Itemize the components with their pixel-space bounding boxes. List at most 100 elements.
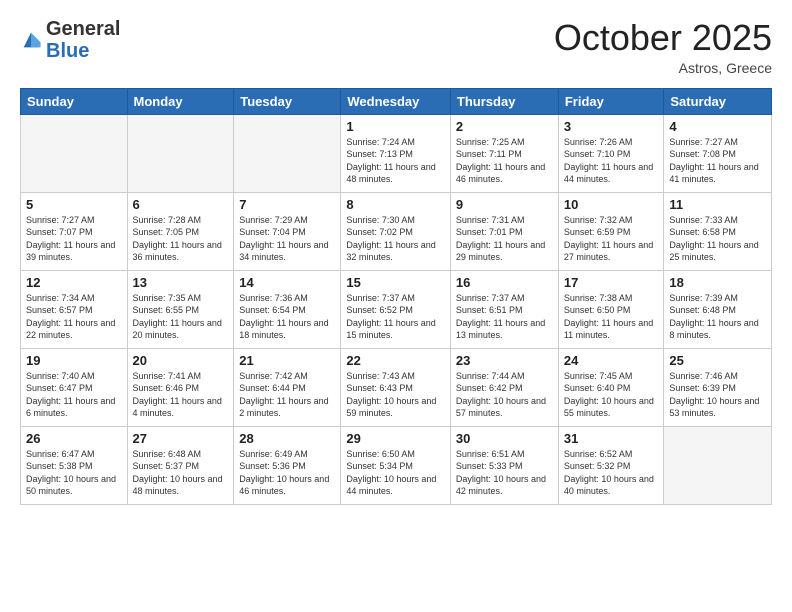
day-info: Sunrise: 7:31 AM Sunset: 7:01 PM Dayligh… <box>456 214 553 264</box>
day-info: Sunrise: 7:40 AM Sunset: 6:47 PM Dayligh… <box>26 370 122 420</box>
day-number: 6 <box>133 197 229 212</box>
day-cell: 20 Sunrise: 7:41 AM Sunset: 6:46 PM Dayli… <box>127 348 234 426</box>
day-info: Sunrise: 7:35 AM Sunset: 6:55 PM Dayligh… <box>133 292 229 342</box>
day-cell: 11Sunrise: 7:33 AM Sunset: 6:58 PM Dayli… <box>664 192 772 270</box>
day-cell <box>664 426 772 504</box>
day-info: Sunrise: 7:37 AM Sunset: 6:52 PM Dayligh… <box>346 292 445 342</box>
day-number: 18 <box>669 275 766 290</box>
day-info: Sunrise: 7:25 AM Sunset: 7:11 PM Dayligh… <box>456 136 553 186</box>
day-cell: 27 Sunrise: 6:48 AM Sunset: 5:37 PM Dayli… <box>127 426 234 504</box>
week-row-3: 12Sunrise: 7:34 AM Sunset: 6:57 PM Dayli… <box>21 270 772 348</box>
day-cell: 2Sunrise: 7:25 AM Sunset: 7:11 PM Daylig… <box>450 114 558 192</box>
day-info: Sunrise: 7:44 AM Sunset: 6:42 PM Dayligh… <box>456 370 553 420</box>
day-number: 13 <box>133 275 229 290</box>
day-number: 3 <box>564 119 659 134</box>
header-friday: Friday <box>558 88 664 114</box>
day-cell: 29 Sunrise: 6:50 AM Sunset: 5:34 PM Dayli… <box>341 426 451 504</box>
day-cell: 25 Sunrise: 7:46 AM Sunset: 6:39 PM Dayli… <box>664 348 772 426</box>
day-cell: 1 Sunrise: 7:24 AM Sunset: 7:13 PM Daylig… <box>341 114 451 192</box>
day-number: 10 <box>564 197 659 212</box>
day-number: 1 <box>346 119 445 134</box>
day-cell: 9 Sunrise: 7:31 AM Sunset: 7:01 PM Daylig… <box>450 192 558 270</box>
day-info: Sunrise: 7:27 AM Sunset: 7:07 PM Dayligh… <box>26 214 122 264</box>
day-number: 28 <box>239 431 335 446</box>
page: General Blue October 2025 Astros, Greece… <box>0 0 792 612</box>
month-title: October 2025 <box>554 18 772 58</box>
day-number: 5 <box>26 197 122 212</box>
day-info: Sunrise: 7:33 AM Sunset: 6:58 PM Dayligh… <box>669 214 766 264</box>
day-cell <box>234 114 341 192</box>
header-thursday: Thursday <box>450 88 558 114</box>
day-cell: 16 Sunrise: 7:37 AM Sunset: 6:51 PM Dayli… <box>450 270 558 348</box>
day-cell: 8Sunrise: 7:30 AM Sunset: 7:02 PM Daylig… <box>341 192 451 270</box>
day-info: Sunrise: 7:29 AM Sunset: 7:04 PM Dayligh… <box>239 214 335 264</box>
day-number: 4 <box>669 119 766 134</box>
day-number: 22 <box>346 353 445 368</box>
day-info: Sunrise: 7:43 AM Sunset: 6:43 PM Dayligh… <box>346 370 445 420</box>
day-number: 27 <box>133 431 229 446</box>
day-number: 20 <box>133 353 229 368</box>
day-info: Sunrise: 6:49 AM Sunset: 5:36 PM Dayligh… <box>239 448 335 498</box>
week-row-4: 19 Sunrise: 7:40 AM Sunset: 6:47 PM Dayli… <box>21 348 772 426</box>
day-cell: 17Sunrise: 7:38 AM Sunset: 6:50 PM Dayli… <box>558 270 664 348</box>
logo: General Blue <box>20 18 120 62</box>
day-cell: 18Sunrise: 7:39 AM Sunset: 6:48 PM Dayli… <box>664 270 772 348</box>
day-cell: 13 Sunrise: 7:35 AM Sunset: 6:55 PM Dayli… <box>127 270 234 348</box>
day-info: Sunrise: 7:42 AM Sunset: 6:44 PM Dayligh… <box>239 370 335 420</box>
title-block: October 2025 Astros, Greece <box>554 18 772 76</box>
location: Astros, Greece <box>554 60 772 76</box>
day-cell <box>21 114 128 192</box>
day-info: Sunrise: 7:24 AM Sunset: 7:13 PM Dayligh… <box>346 136 445 186</box>
header-monday: Monday <box>127 88 234 114</box>
day-number: 31 <box>564 431 659 446</box>
header-saturday: Saturday <box>664 88 772 114</box>
day-info: Sunrise: 6:50 AM Sunset: 5:34 PM Dayligh… <box>346 448 445 498</box>
day-cell: 22 Sunrise: 7:43 AM Sunset: 6:43 PM Dayli… <box>341 348 451 426</box>
day-cell: 15 Sunrise: 7:37 AM Sunset: 6:52 PM Dayli… <box>341 270 451 348</box>
day-number: 14 <box>239 275 335 290</box>
weekday-header-row: Sunday Monday Tuesday Wednesday Thursday… <box>21 88 772 114</box>
day-cell: 21 Sunrise: 7:42 AM Sunset: 6:44 PM Dayli… <box>234 348 341 426</box>
day-cell: 30Sunrise: 6:51 AM Sunset: 5:33 PM Dayli… <box>450 426 558 504</box>
day-number: 17 <box>564 275 659 290</box>
day-info: Sunrise: 7:45 AM Sunset: 6:40 PM Dayligh… <box>564 370 659 420</box>
logo-icon <box>20 29 42 51</box>
day-info: Sunrise: 7:37 AM Sunset: 6:51 PM Dayligh… <box>456 292 553 342</box>
day-cell: 6 Sunrise: 7:28 AM Sunset: 7:05 PM Daylig… <box>127 192 234 270</box>
calendar-table: Sunday Monday Tuesday Wednesday Thursday… <box>20 88 772 505</box>
day-number: 7 <box>239 197 335 212</box>
day-info: Sunrise: 7:28 AM Sunset: 7:05 PM Dayligh… <box>133 214 229 264</box>
day-cell: 10 Sunrise: 7:32 AM Sunset: 6:59 PM Dayli… <box>558 192 664 270</box>
day-cell: 12Sunrise: 7:34 AM Sunset: 6:57 PM Dayli… <box>21 270 128 348</box>
day-info: Sunrise: 6:48 AM Sunset: 5:37 PM Dayligh… <box>133 448 229 498</box>
header-tuesday: Tuesday <box>234 88 341 114</box>
day-info: Sunrise: 7:30 AM Sunset: 7:02 PM Dayligh… <box>346 214 445 264</box>
day-number: 30 <box>456 431 553 446</box>
day-cell: 14 Sunrise: 7:36 AM Sunset: 6:54 PM Dayli… <box>234 270 341 348</box>
day-number: 21 <box>239 353 335 368</box>
day-number: 23 <box>456 353 553 368</box>
day-number: 16 <box>456 275 553 290</box>
week-row-1: 1 Sunrise: 7:24 AM Sunset: 7:13 PM Daylig… <box>21 114 772 192</box>
day-info: Sunrise: 7:34 AM Sunset: 6:57 PM Dayligh… <box>26 292 122 342</box>
day-number: 24 <box>564 353 659 368</box>
day-info: Sunrise: 7:36 AM Sunset: 6:54 PM Dayligh… <box>239 292 335 342</box>
day-cell: 26Sunrise: 6:47 AM Sunset: 5:38 PM Dayli… <box>21 426 128 504</box>
day-cell: 23 Sunrise: 7:44 AM Sunset: 6:42 PM Dayli… <box>450 348 558 426</box>
day-number: 25 <box>669 353 766 368</box>
day-info: Sunrise: 7:41 AM Sunset: 6:46 PM Dayligh… <box>133 370 229 420</box>
day-cell: 31Sunrise: 6:52 AM Sunset: 5:32 PM Dayli… <box>558 426 664 504</box>
day-number: 15 <box>346 275 445 290</box>
logo-blue: Blue <box>46 40 89 62</box>
day-cell: 3Sunrise: 7:26 AM Sunset: 7:10 PM Daylig… <box>558 114 664 192</box>
day-info: Sunrise: 7:46 AM Sunset: 6:39 PM Dayligh… <box>669 370 766 420</box>
header-sunday: Sunday <box>21 88 128 114</box>
day-number: 26 <box>26 431 122 446</box>
day-number: 19 <box>26 353 122 368</box>
day-cell: 28 Sunrise: 6:49 AM Sunset: 5:36 PM Dayli… <box>234 426 341 504</box>
day-number: 29 <box>346 431 445 446</box>
day-info: Sunrise: 7:32 AM Sunset: 6:59 PM Dayligh… <box>564 214 659 264</box>
day-cell: 4Sunrise: 7:27 AM Sunset: 7:08 PM Daylig… <box>664 114 772 192</box>
day-cell: 24 Sunrise: 7:45 AM Sunset: 6:40 PM Dayli… <box>558 348 664 426</box>
day-number: 9 <box>456 197 553 212</box>
